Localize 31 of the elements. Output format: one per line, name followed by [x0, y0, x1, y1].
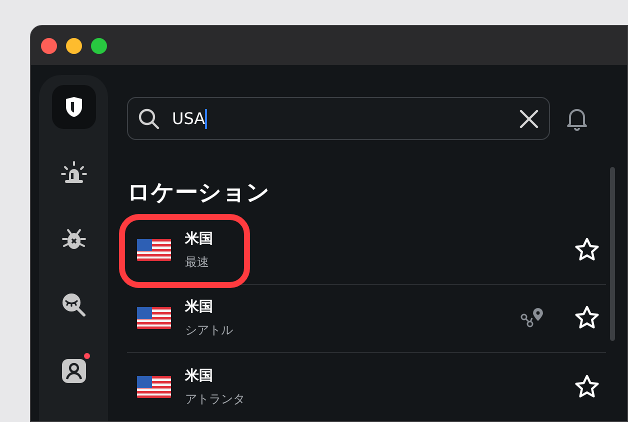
- search-field[interactable]: USA: [127, 97, 550, 140]
- section-title: ロケーション: [127, 179, 271, 208]
- favorite-star-icon[interactable]: [574, 305, 600, 331]
- city-name: アトランタ: [185, 390, 245, 408]
- location-row[interactable]: 米国 シアトル: [127, 284, 606, 352]
- location-row[interactable]: 米国 最速: [127, 216, 606, 284]
- favorite-star-icon[interactable]: [574, 237, 600, 263]
- us-flag-icon: [137, 376, 171, 398]
- favorite-star-icon[interactable]: [574, 374, 600, 400]
- country-name: 米国: [185, 366, 214, 386]
- bug-icon: [62, 227, 86, 251]
- notification-bell-icon[interactable]: [566, 106, 588, 130]
- clear-button[interactable]: [519, 108, 539, 128]
- minimize-window-button[interactable]: [66, 38, 82, 54]
- shield-icon: [64, 96, 84, 118]
- magnifier-closed-eye-icon: [60, 292, 86, 318]
- search-input-text: USA: [172, 108, 206, 130]
- us-flag-icon: [137, 239, 171, 261]
- profile-icon: [60, 358, 86, 384]
- text-cursor: [205, 108, 208, 128]
- city-name: 最速: [185, 254, 210, 271]
- country-name: 米国: [185, 298, 214, 317]
- zoom-window-button[interactable]: [91, 38, 107, 54]
- location-row[interactable]: 米国 アトランタ: [127, 352, 606, 420]
- sidebar-tab[interactable]: [52, 85, 96, 129]
- country-name: 米国: [185, 230, 213, 249]
- us-flag-icon: [137, 307, 171, 329]
- search-icon: [138, 108, 160, 130]
- city-name: シアトル: [185, 322, 233, 339]
- siren-icon: [60, 161, 86, 185]
- close-window-button[interactable]: [41, 38, 57, 54]
